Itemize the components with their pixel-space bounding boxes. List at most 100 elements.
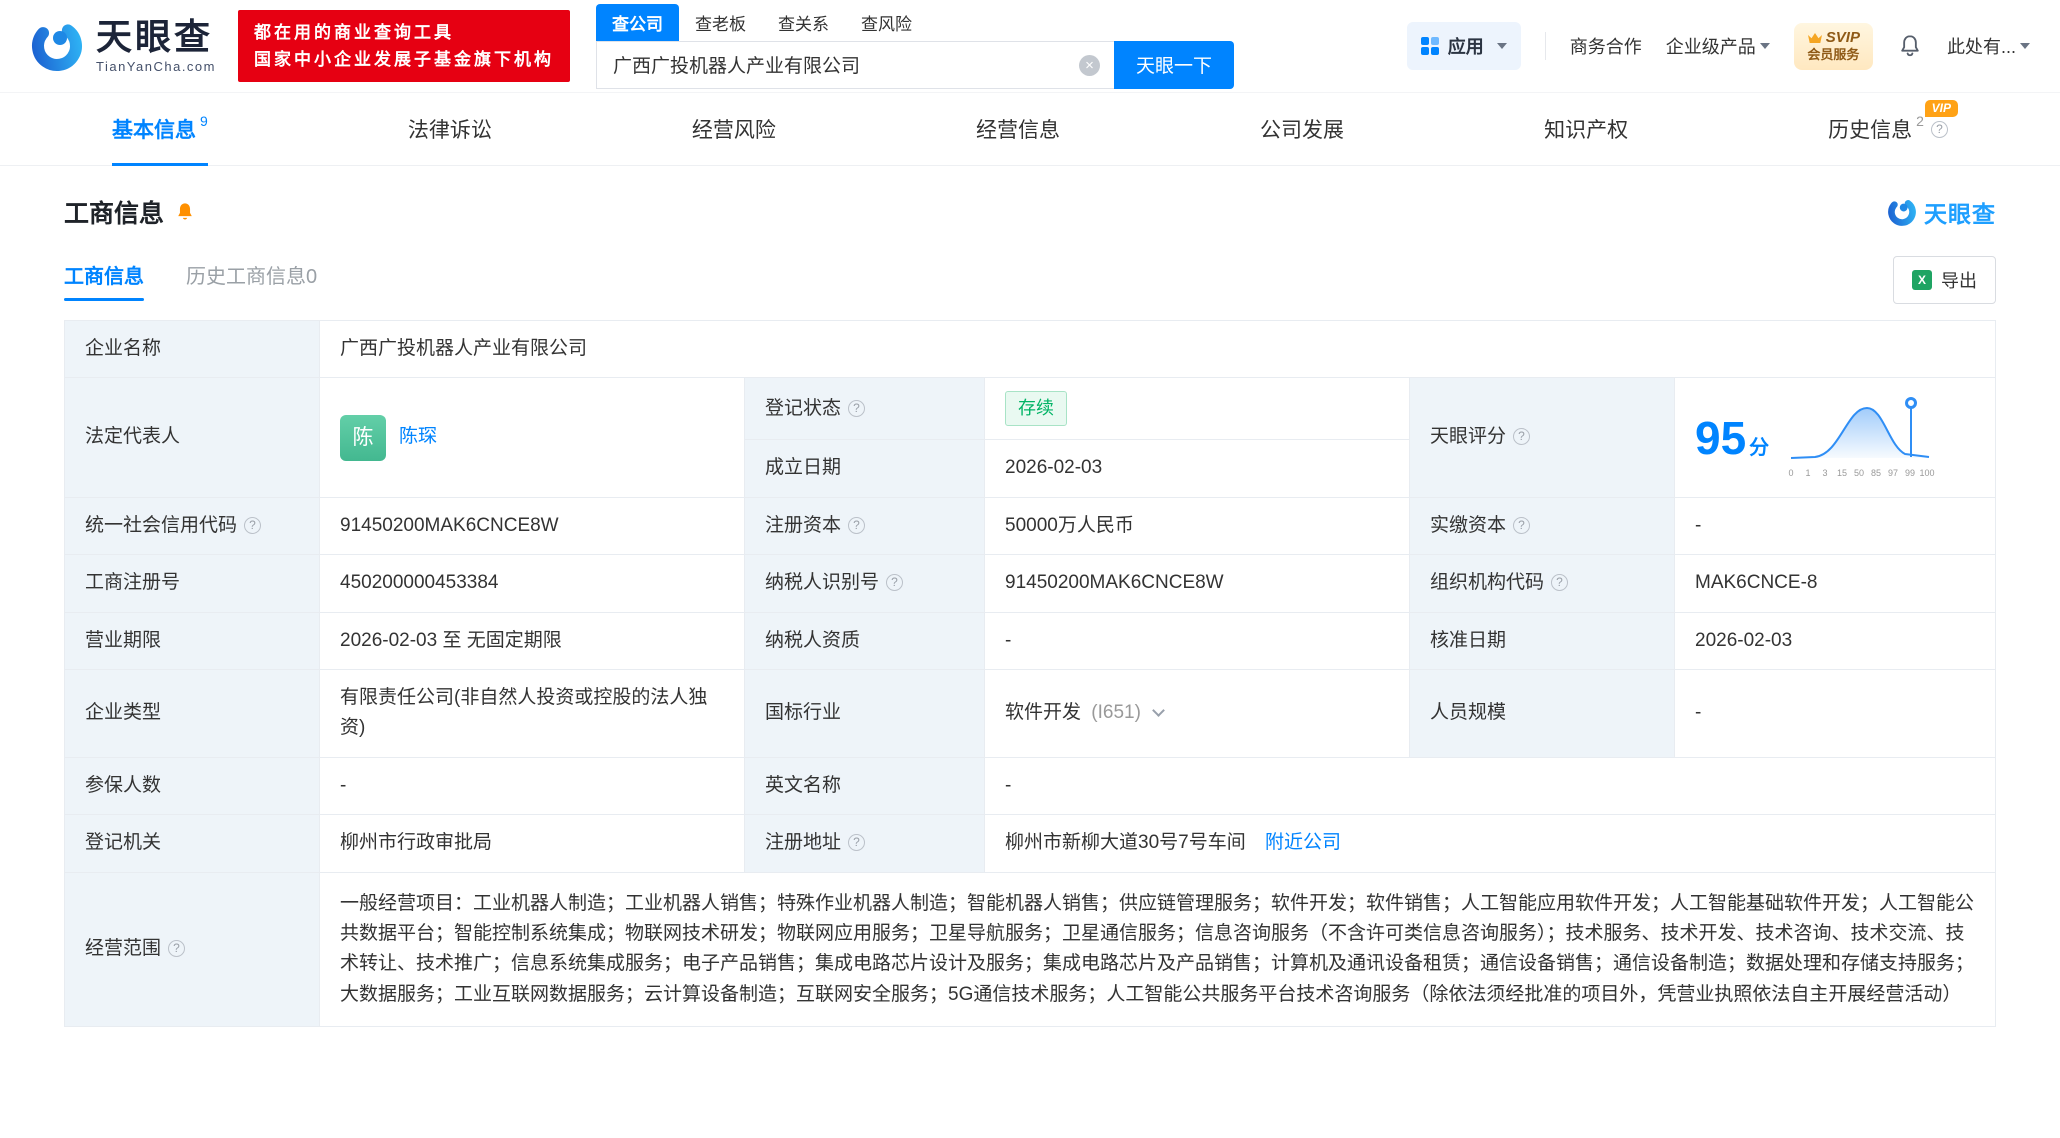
tab-label: 经营风险 xyxy=(692,114,776,144)
search-tabs: 查公司 查老板 查关系 查风险 xyxy=(596,4,1234,41)
field-value-legal-rep: 陈 陈琛 xyxy=(320,378,745,497)
search-tab-relation[interactable]: 查关系 xyxy=(762,4,845,41)
field-value-org-code: MAK6CNCE-8 xyxy=(1675,555,1996,612)
field-value-reg-authority: 柳州市行政审批局 xyxy=(320,815,745,872)
field-value-reg-address: 柳州市新柳大道30号7号车间 附近公司 xyxy=(985,815,1996,872)
table-row: 企业类型 有限责任公司(非自然人投资或控股的法人独资) 国标行业 软件开发 (I… xyxy=(65,669,1996,757)
link-business-cooperation[interactable]: 商务合作 xyxy=(1570,33,1642,59)
tianyancha-logo-icon xyxy=(30,19,84,73)
help-icon[interactable]: ? xyxy=(1551,574,1568,591)
subtab-history-business-info[interactable]: 历史工商信息0 xyxy=(186,260,317,301)
field-value-taxpayer-id: 91450200MAK6CNCE8W xyxy=(985,555,1410,612)
table-row: 营业期限 2026-02-03 至 无固定期限 纳税人资质 - 核准日期 202… xyxy=(65,612,1996,669)
nearby-companies-link[interactable]: 附近公司 xyxy=(1265,832,1341,853)
tab-company-development[interactable]: 公司发展 xyxy=(1260,93,1344,165)
field-value-approval-date: 2026-02-03 xyxy=(1675,612,1996,669)
field-label-establish-date: 成立日期 xyxy=(745,440,985,497)
field-label-approval-date: 核准日期 xyxy=(1410,612,1675,669)
field-value-reg-status: 存续 xyxy=(985,378,1410,440)
tab-operation-risk[interactable]: 经营风险 xyxy=(692,93,776,165)
tab-label: 知识产权 xyxy=(1544,114,1628,144)
field-value-industry[interactable]: 软件开发 (I651) xyxy=(985,669,1410,757)
apps-grid-icon xyxy=(1421,37,1439,55)
promo-line1: 都在用的商业查询工具 xyxy=(254,19,554,46)
link-enterprise-products[interactable]: 企业级产品 xyxy=(1666,33,1770,59)
tab-history-info[interactable]: VIP 历史信息 2 ? xyxy=(1828,93,1948,165)
help-icon[interactable]: ? xyxy=(848,517,865,534)
table-row: 经营范围? 一般经营项目：工业机器人制造；工业机器人销售；特殊作业机器人制造；智… xyxy=(65,872,1996,1027)
legal-rep-link[interactable]: 陈琛 xyxy=(399,422,437,452)
field-label-reg-status: 登记状态? xyxy=(745,378,985,440)
search-tab-boss[interactable]: 查老板 xyxy=(679,4,762,41)
help-icon[interactable]: ? xyxy=(848,834,865,851)
field-value-business-scope: 一般经营项目：工业机器人制造；工业机器人销售；特殊作业机器人制造；智能机器人销售… xyxy=(320,872,1996,1027)
tab-intellectual-property[interactable]: 知识产权 xyxy=(1544,93,1628,165)
field-label-company-name: 企业名称 xyxy=(65,321,320,378)
table-row: 登记机关 柳州市行政审批局 注册地址? 柳州市新柳大道30号7号车间 附近公司 xyxy=(65,815,1996,872)
svg-text:97: 97 xyxy=(1888,468,1898,478)
field-label-text: 实缴资本 xyxy=(1430,515,1506,536)
table-row: 工商注册号 450200000453384 纳税人识别号? 91450200MA… xyxy=(65,555,1996,612)
field-value-tyc-score[interactable]: 95分 xyxy=(1675,378,1996,497)
address-text: 柳州市新柳大道30号7号车间 xyxy=(1005,832,1246,853)
field-label-insured-count: 参保人数 xyxy=(65,757,320,814)
help-icon[interactable]: ? xyxy=(1513,428,1530,445)
brand-domain: TianYanCha.com xyxy=(96,59,216,74)
tab-label: 经营信息 xyxy=(976,114,1060,144)
help-icon[interactable]: ? xyxy=(848,400,865,417)
search-tab-company[interactable]: 查公司 xyxy=(596,4,679,41)
caret-down-icon xyxy=(1760,43,1770,49)
field-label-business-scope: 经营范围? xyxy=(65,872,320,1027)
field-value-reg-number: 450200000453384 xyxy=(320,555,745,612)
field-label-reg-authority: 登记机关 xyxy=(65,815,320,872)
watermark-text: 天眼查 xyxy=(1924,195,1996,229)
field-label-text: 经营范围 xyxy=(85,938,161,959)
score-distribution-chart: 0 1 3 15 50 85 97 99 100 xyxy=(1785,394,1935,482)
search-tab-risk[interactable]: 查风险 xyxy=(845,4,928,41)
excel-icon: X xyxy=(1912,270,1932,290)
field-value-english-name: - xyxy=(985,757,1996,814)
field-label-reg-address: 注册地址? xyxy=(745,815,985,872)
field-label-text: 注册资本 xyxy=(765,515,841,536)
tab-count: 2 xyxy=(1916,113,1924,129)
alert-bell-icon[interactable] xyxy=(174,201,196,223)
export-button[interactable]: X 导出 xyxy=(1893,256,1996,304)
field-label-text: 登记状态 xyxy=(765,398,841,419)
apps-menu[interactable]: 应用 xyxy=(1407,22,1521,70)
tab-legal-proceedings[interactable]: 法律诉讼 xyxy=(408,93,492,165)
field-label-tyc-score: 天眼评分? xyxy=(1410,378,1675,497)
svip-member-badge[interactable]: SVIP 会员服务 xyxy=(1794,23,1873,70)
export-label: 导出 xyxy=(1941,267,1977,293)
field-label-business-term: 营业期限 xyxy=(65,612,320,669)
tab-count: 9 xyxy=(200,113,208,129)
svg-text:85: 85 xyxy=(1871,468,1881,478)
clear-icon[interactable]: × xyxy=(1079,55,1100,76)
promo-line2: 国家中小企业发展子基金旗下机构 xyxy=(254,46,554,73)
search-input[interactable] xyxy=(596,41,1114,89)
help-icon[interactable]: ? xyxy=(1931,121,1948,138)
tianyancha-logo-icon xyxy=(1887,197,1917,227)
header-right-nav: 应用 商务合作 企业级产品 SVIP 会员服务 此处有... xyxy=(1407,22,2030,70)
help-icon[interactable]: ? xyxy=(244,517,261,534)
subtab-business-info[interactable]: 工商信息 xyxy=(64,260,144,301)
help-icon[interactable]: ? xyxy=(1513,517,1530,534)
tab-basic-info[interactable]: 基本信息 9 xyxy=(112,93,208,165)
apps-label: 应用 xyxy=(1448,33,1484,59)
notification-bell-icon[interactable] xyxy=(1897,33,1923,59)
help-icon[interactable]: ? xyxy=(168,940,185,957)
field-label-reg-capital: 注册资本? xyxy=(745,497,985,554)
crown-icon xyxy=(1807,32,1823,44)
table-row: 统一社会信用代码? 91450200MAK6CNCE8W 注册资本? 50000… xyxy=(65,497,1996,554)
status-badge: 存续 xyxy=(1005,391,1067,426)
tab-label: 基本信息 xyxy=(112,114,196,144)
account-menu[interactable]: 此处有... xyxy=(1947,33,2030,59)
help-icon[interactable]: ? xyxy=(886,574,903,591)
industry-code: (I651) xyxy=(1091,702,1141,723)
field-label-legal-rep: 法定代表人 xyxy=(65,378,320,497)
legal-rep-avatar[interactable]: 陈 xyxy=(340,415,386,461)
field-label-taxpayer-quality: 纳税人资质 xyxy=(745,612,985,669)
search-area: 查公司 查老板 查关系 查风险 × 天眼一下 xyxy=(596,4,1234,89)
brand-logo[interactable]: 天眼查 TianYanCha.com xyxy=(30,19,216,74)
tab-operation-info[interactable]: 经营信息 xyxy=(976,93,1060,165)
search-button[interactable]: 天眼一下 xyxy=(1114,41,1234,89)
